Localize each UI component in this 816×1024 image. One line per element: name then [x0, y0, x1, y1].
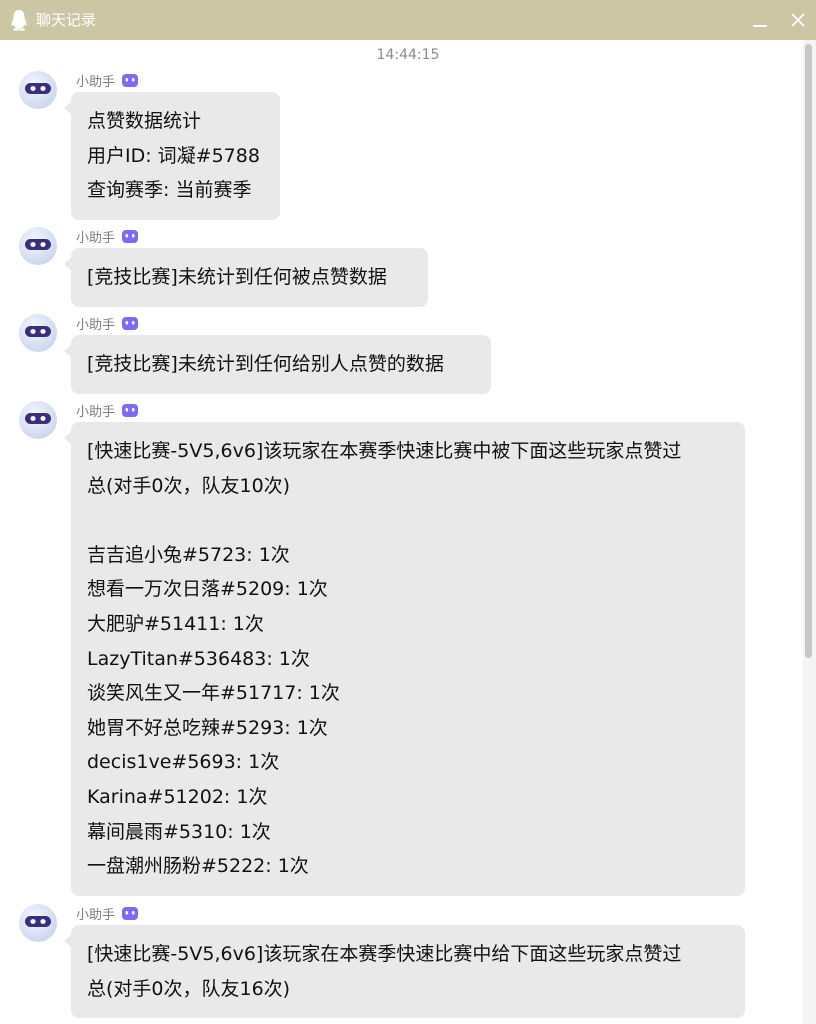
bot-badge-icon: [115, 72, 139, 88]
message-text-line: decis1ve#5693: 1次: [87, 751, 280, 774]
message-timestamp: 14:44:15: [376, 47, 440, 63]
message-bubble[interactable]: [快速比赛-5V5,6v6]该玩家在本赛季快速比赛中给下面这些玩家点赞过 总(对手…: [64, 925, 745, 1019]
message-text-line: [竞技比赛]未统计到任何被点赞数据: [87, 266, 387, 288]
robot-avatar[interactable]: [18, 903, 58, 943]
message-text-line: 总(对手0次，队友10次): [87, 474, 291, 497]
close-icon[interactable]: [786, 8, 810, 32]
message-text-line: 幕间晨雨#5310: 1次: [87, 820, 271, 843]
message-text-line: 想看一万次日落#5209: 1次: [87, 578, 328, 601]
message-text-line: [竞技比赛]未统计到任何给别人点赞的数据: [87, 353, 444, 375]
sender-name: 小助手: [76, 226, 139, 246]
message-text-line: 一盘潮州肠粉#5222: 1次: [87, 855, 309, 878]
message-bubble[interactable]: [快速比赛-5V5,6v6]该玩家在本赛季快速比赛中被下面这些玩家点赞过 总(对手…: [64, 422, 745, 896]
bot-badge-icon: [115, 402, 139, 418]
minimize-icon[interactable]: [748, 8, 772, 32]
message-text-line: LazyTitan#536483: 1次: [87, 647, 310, 670]
message-text-line: 点赞数据统计: [87, 110, 202, 132]
sender-name-label: 小助手: [76, 74, 116, 90]
title-bar: 聊天记录: [0, 0, 816, 40]
window-title: 聊天记录: [36, 11, 97, 29]
message-text-line: 谈笑风生又一年#51717: 1次: [87, 682, 340, 705]
message-text-line: Karina#51202: 1次: [87, 785, 268, 808]
message-bubble[interactable]: 点赞数据统计用户ID: 词凝#5788 查询赛季: 当前赛季: [64, 92, 280, 220]
message-text-line: 查询赛季: 当前赛季: [87, 179, 252, 202]
bot-badge-icon: [115, 228, 139, 244]
message-text-line: 她胃不好总吃辣#5293: 1次: [87, 716, 328, 739]
sender-name: 小助手: [76, 903, 139, 923]
message-text-line: [快速比赛-5V5,6v6]该玩家在本赛季快速比赛中被下面这些玩家点赞过: [87, 440, 682, 462]
sender-name: 小助手: [76, 70, 139, 90]
bot-badge-icon: [115, 315, 139, 331]
message-bubble[interactable]: [竞技比赛]未统计到任何被点赞数据: [64, 248, 428, 307]
message-text-line: 吉吉追小兔#5723: 1次: [87, 543, 290, 566]
message-text-line: 大肥驴#51411: 1次: [87, 612, 264, 635]
robot-avatar[interactable]: [18, 400, 58, 440]
message-text-line: [快速比赛-5V5,6v6]该玩家在本赛季快速比赛中给下面这些玩家点赞过: [87, 943, 682, 965]
vertical-scrollbar[interactable]: [803, 40, 816, 1024]
sender-name-label: 小助手: [76, 907, 116, 923]
message-text-line: 用户ID: 词凝#5788: [87, 144, 260, 167]
sender-name: 小助手: [76, 400, 139, 420]
scrollbar-thumb[interactable]: [805, 44, 812, 658]
robot-avatar[interactable]: [18, 70, 58, 110]
message-text-line: 总(对手0次，队友16次): [87, 977, 291, 1000]
sender-name-label: 小助手: [76, 317, 116, 333]
robot-avatar[interactable]: [18, 226, 58, 266]
sender-name-label: 小助手: [76, 404, 116, 420]
penguin-icon: [11, 10, 27, 31]
bot-badge-icon: [115, 905, 139, 921]
sender-name-label: 小助手: [76, 230, 116, 246]
robot-avatar[interactable]: [18, 313, 58, 353]
sender-name: 小助手: [76, 313, 139, 333]
message-bubble[interactable]: [竞技比赛]未统计到任何给别人点赞的数据: [64, 335, 491, 394]
